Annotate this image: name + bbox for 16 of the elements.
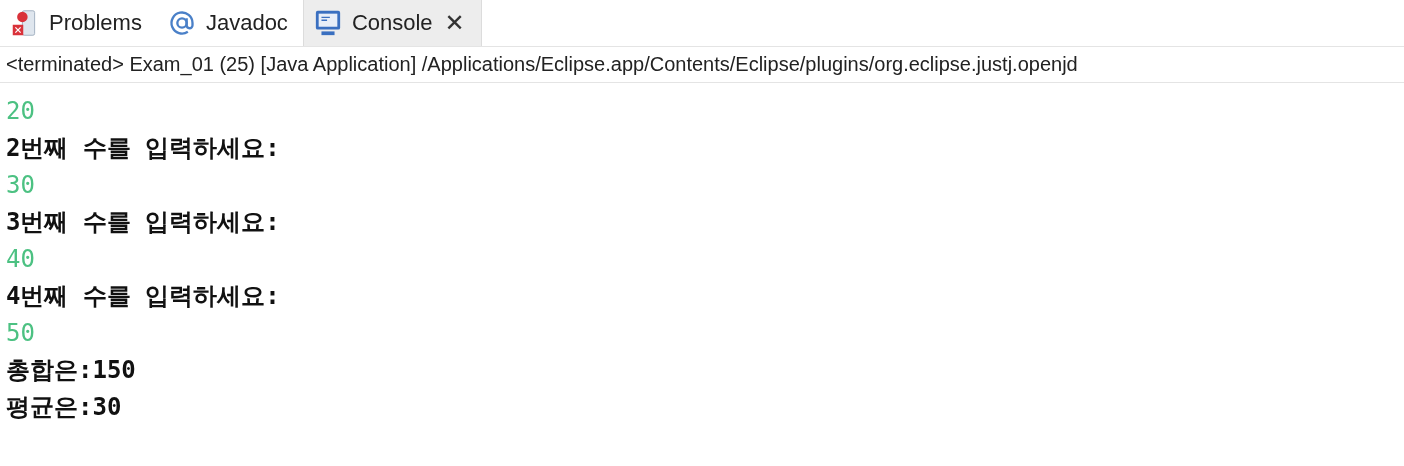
view-tab[interactable]: Console ✕: [302, 0, 482, 46]
view-tab[interactable]: Problems: [0, 0, 157, 46]
at-sign-icon: [167, 9, 196, 37]
console-line: 3번째 수를 입력하세요:: [5, 207, 281, 238]
console-line: 40: [5, 244, 36, 275]
view-tab[interactable]: Javadoc: [156, 0, 303, 46]
console-line: 20: [5, 96, 36, 127]
monitor-icon: [313, 9, 342, 37]
console-line: 50: [5, 318, 36, 349]
process-status: <terminated> Exam_01 (25) [Java Application] /Applications/Eclipse.app/Contents/Eclipse/plugins/org.eclipse.justj.openjd: [0, 47, 1404, 83]
console-line: 4번째 수를 입력하세요:: [5, 281, 281, 312]
console-line: 30: [5, 170, 36, 201]
console-line: 총합은:150: [5, 355, 137, 386]
console-line: 평균은:30: [5, 392, 123, 423]
close-button[interactable]: ✕: [442, 9, 467, 37]
console-line: 2번째 수를 입력하세요:: [5, 133, 281, 164]
